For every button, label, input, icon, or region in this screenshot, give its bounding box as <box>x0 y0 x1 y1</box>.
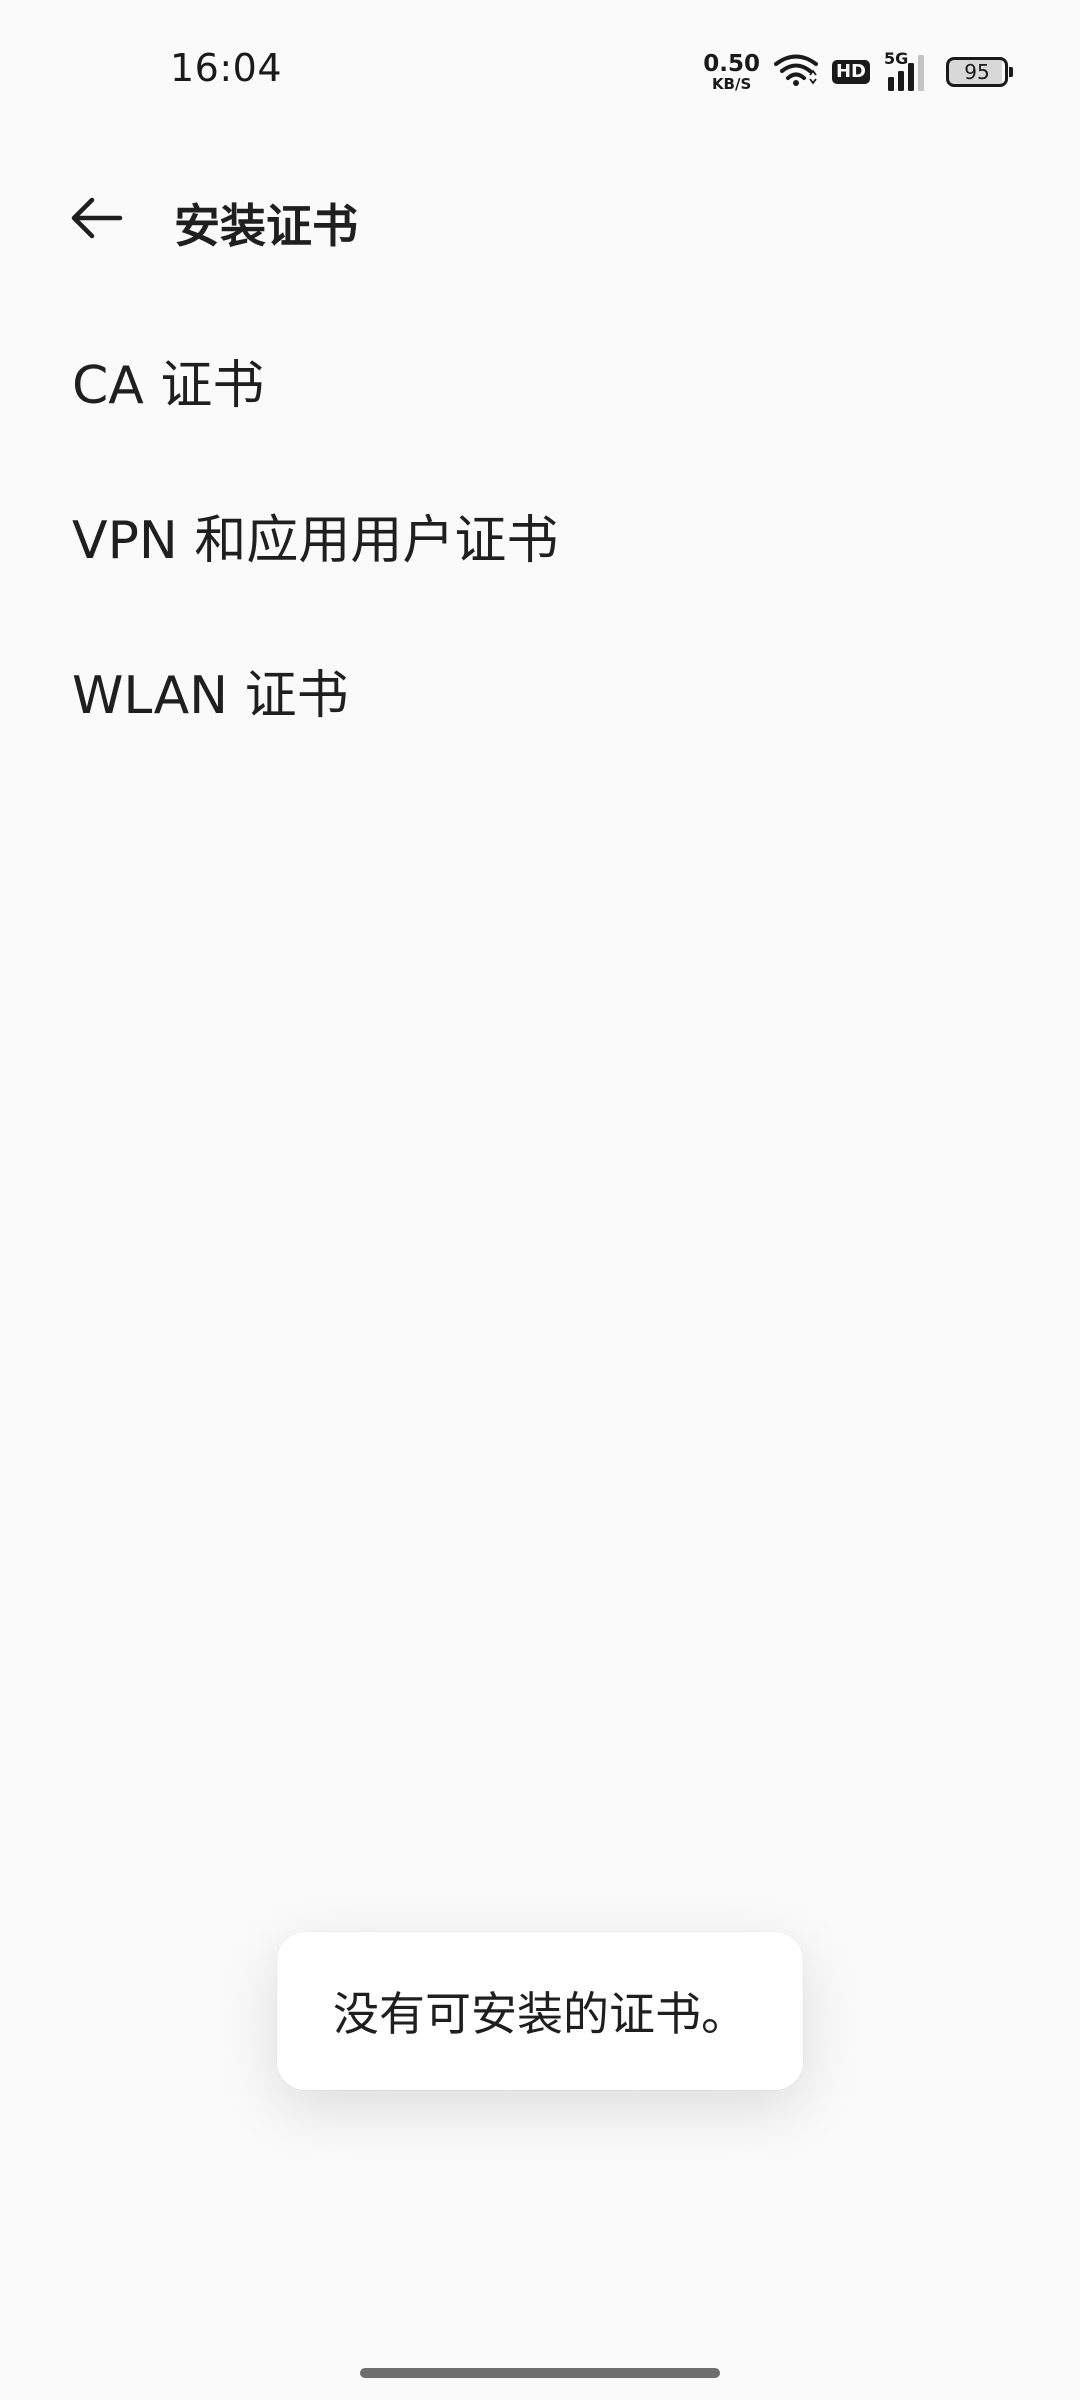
status-bar: 16:04 0.50 KB/S HD 5G 95 <box>0 0 1080 140</box>
toast-message: 没有可安装的证书。 <box>277 1932 803 2090</box>
screen: 16:04 0.50 KB/S HD 5G 95 安装证书 CA 证书 VPN … <box>0 0 1080 2400</box>
list-item-label: WLAN 证书 <box>72 665 349 726</box>
hd-icon: HD <box>831 60 870 84</box>
status-icons: 0.50 KB/S HD 5G 95 <box>703 49 1013 94</box>
network-speed-value: 0.50 <box>703 50 760 77</box>
status-time: 16:04 <box>170 46 283 90</box>
list-item-vpn-app-user-certificate[interactable]: VPN 和应用用户证书 <box>72 475 1012 595</box>
page-title: 安装证书 <box>174 199 358 253</box>
back-button[interactable] <box>48 188 144 252</box>
toast-text: 没有可安装的证书。 <box>333 1987 747 2041</box>
network-speed-unit: KB/S <box>711 74 752 93</box>
list-item-wlan-certificate[interactable]: WLAN 证书 <box>72 630 1012 750</box>
app-bar: 安装证书 <box>0 170 1080 270</box>
battery-icon: 95 <box>946 57 1013 87</box>
wifi-icon <box>773 53 818 91</box>
network-speed-indicator: 0.50 KB/S <box>703 50 760 93</box>
list-item-label: VPN 和应用用户证书 <box>72 510 559 571</box>
list-item-label: CA 证书 <box>72 355 265 416</box>
home-indicator[interactable] <box>360 2368 720 2378</box>
list-item-ca-certificate[interactable]: CA 证书 <box>72 320 1012 440</box>
battery-level: 95 <box>964 60 990 84</box>
cellular-signal-icon: 5G <box>884 49 932 93</box>
arrow-left-icon <box>68 196 124 244</box>
